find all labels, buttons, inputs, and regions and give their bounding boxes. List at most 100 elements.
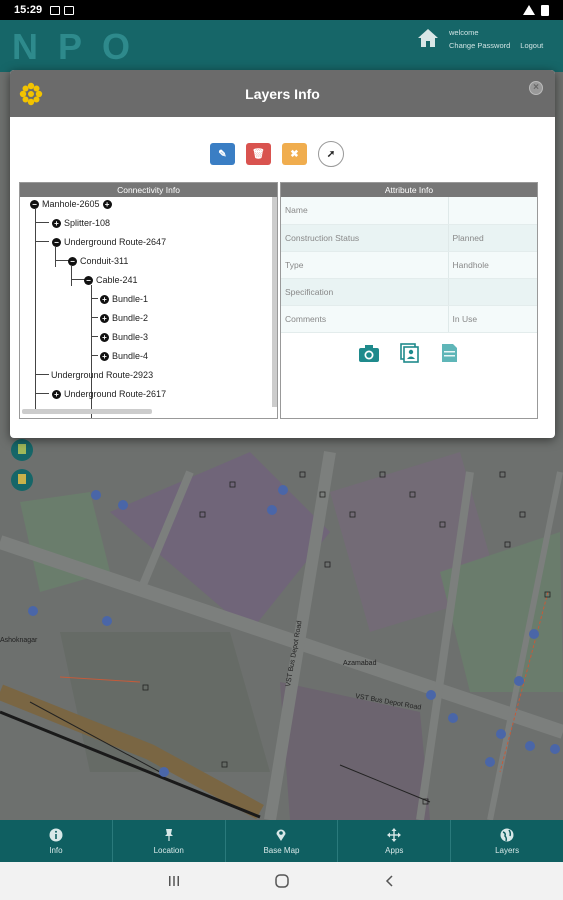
status-bar: 15:29 [0,0,563,20]
tree-node-label[interactable]: Underground Route-2923 [51,368,153,382]
collapse-icon[interactable]: − [52,237,61,247]
tree-node-label[interactable]: Bundle-2 [112,311,148,325]
attribute-table: Name Construction Status Planned Type Ha… [281,197,537,333]
logout-link[interactable]: Logout [520,39,543,52]
table-row: Specification [281,278,537,306]
expand-icon[interactable]: + [52,389,61,399]
attr-key: Comments [281,305,448,333]
x-icon: ✖ [290,148,299,160]
camera-icon[interactable] [358,343,380,363]
nav-info[interactable]: Info [0,820,113,862]
move-icon [387,827,402,842]
gallery-notification-icon [50,5,61,15]
map-area-label: Azamabad [343,660,377,667]
layers-info-dialog: Layers Info × ✎ 🗑 ✖ ➚ Connectivity Info [10,70,555,438]
delete-button[interactable]: 🗑 [246,143,271,165]
nav-base-map[interactable]: Base Map [226,820,339,862]
welcome-text: welcome [449,28,479,37]
connectivity-heading: Connectivity Info [20,183,277,197]
tree-node-label[interactable]: Bundle-4 [112,349,148,363]
bottom-navigation: Info Location Base Map Apps Layers [0,820,563,862]
attr-value [447,197,537,225]
cursor-icon: ➚ [326,148,336,160]
nav-label: Base Map [263,845,300,855]
back-icon[interactable] [383,874,397,888]
recent-apps-icon[interactable] [167,874,181,888]
attr-value [447,278,537,306]
trash-icon: 🗑 [252,148,265,160]
table-row: Construction Status Planned [281,224,537,252]
header-links: welcome Change Password Logout [449,26,543,52]
map-marker-icon [276,829,286,841]
tree-node-label[interactable]: Manhole-2605 [42,197,100,211]
home-nav-icon[interactable] [274,873,290,889]
app-logo: NPO [12,26,151,67]
nav-label: Info [49,845,63,855]
battery-icon [541,4,549,16]
nav-apps[interactable]: Apps [338,820,452,862]
home-icon[interactable] [417,28,439,48]
tree-node-bundle-3[interactable]: + Bundle-3 [100,330,148,344]
nav-location[interactable]: Location [113,820,226,862]
expand-icon[interactable]: + [100,313,109,323]
attr-value: In Use [447,305,537,333]
tree-node-conduit[interactable]: − Conduit-311 [68,254,128,268]
dialog-header: Layers Info × [10,70,555,117]
status-time: 15:29 [14,4,43,16]
dialog-title: Layers Info [245,85,320,102]
expand-icon[interactable]: + [100,332,109,342]
cancel-button[interactable]: ✖ [282,143,307,165]
info-icon [49,828,63,841]
tree-node-underground-route-2923[interactable]: Underground Route-2923 [51,368,153,382]
horizontal-scrollbar[interactable] [22,409,152,414]
attr-value: Handhole [447,251,537,279]
attr-value: Planned [447,224,537,252]
edit-button[interactable]: ✎ [210,143,235,165]
app-notification-icon [64,5,75,15]
tree-node-bundle-4[interactable]: + Bundle-4 [100,349,148,363]
pencil-icon: ✎ [218,148,227,160]
tree-node-bundle-1[interactable]: + Bundle-1 [100,292,148,306]
vertical-scrollbar[interactable] [272,197,277,407]
close-icon[interactable]: × [529,81,543,95]
attribute-panel: Attribute Info Name Construction Status … [280,182,538,419]
tree-node-manhole[interactable]: − Manhole-2605 + [30,197,115,211]
expand-icon[interactable]: + [102,199,112,209]
collapse-icon[interactable]: − [84,275,93,285]
connectivity-panel: Connectivity Info − Manhole-2605 + + Spl… [19,182,278,419]
tree-node-label[interactable]: Bundle-3 [112,330,148,344]
expand-icon[interactable]: + [52,218,61,228]
tree-node-underground-route-2647[interactable]: − Underground Route-2647 [52,235,166,249]
attribute-heading: Attribute Info [281,183,537,197]
attribute-actions [281,342,537,363]
wifi-icon [523,5,535,15]
select-button[interactable]: ➚ [318,141,344,167]
nav-label: Location [153,845,184,855]
table-row: Type Handhole [281,251,537,279]
attr-key: Specification [281,278,448,306]
tree-node-label[interactable]: Splitter-108 [64,216,110,230]
expand-icon[interactable]: + [100,294,109,304]
tree-node-label[interactable]: Conduit-311 [80,254,128,268]
nav-layers[interactable]: Layers [451,820,563,862]
document-icon[interactable] [438,343,460,363]
attr-key: Type [281,251,448,279]
tree-node-underground-route-2617[interactable]: + Underground Route-2617 [52,387,166,401]
tree-node-splitter[interactable]: + Splitter-108 [52,216,110,230]
change-password-link[interactable]: Change Password [449,39,510,52]
tree-node-label[interactable]: Cable-241 [96,273,138,287]
tree-node-bundle-2[interactable]: + Bundle-2 [100,311,148,325]
tree-node-label[interactable]: Underground Route-2617 [64,387,166,401]
globe-icon [500,828,514,841]
collapse-icon[interactable]: − [30,199,39,209]
expand-icon[interactable]: + [100,351,109,361]
contact-card-icon[interactable] [398,342,420,363]
pin-icon [164,828,173,841]
collapse-icon[interactable]: − [68,256,77,266]
tree-node-label[interactable]: Bundle-1 [112,292,148,306]
tool-buttons: ✎ 🗑 ✖ ➚ [210,141,344,167]
tree-node-cable[interactable]: − Cable-241 [84,273,138,287]
map-area-label: Ashoknagar [0,637,38,644]
tree-node-label[interactable]: Underground Route-2647 [64,235,166,249]
app-header: NPO welcome Change Password Logout [0,20,563,72]
